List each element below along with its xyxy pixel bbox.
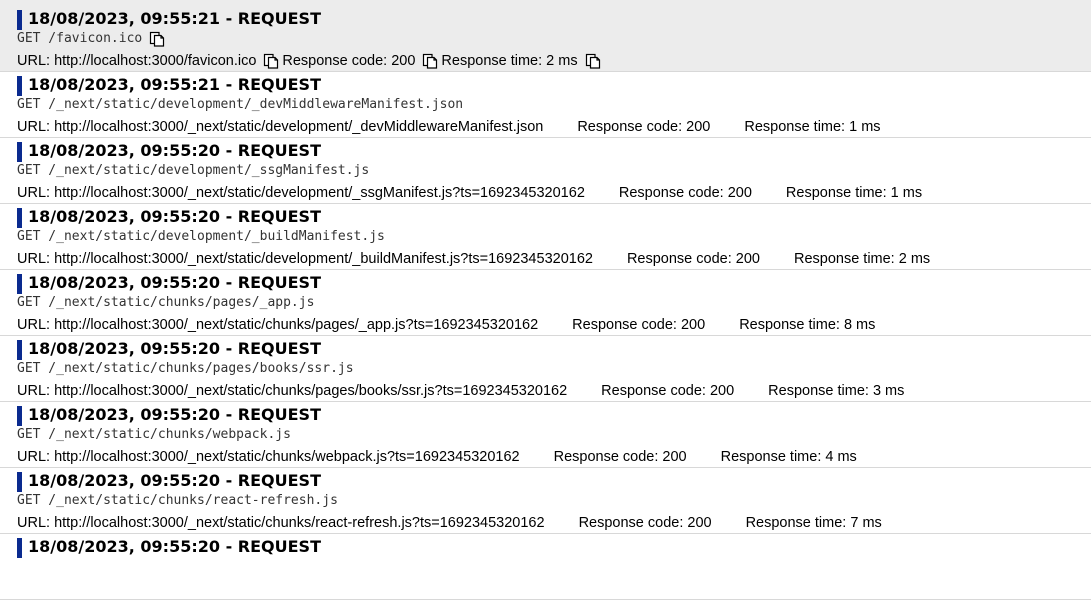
entry-response-code: Response code: 200	[553, 449, 687, 465]
entry-url: URL: http://localhost:3000/favicon.ico	[17, 53, 257, 69]
log-entry[interactable]: 18/08/2023, 09:55:20 - REQUEST GET /_next…	[0, 270, 1091, 336]
entry-response-code: Response code: 200	[618, 185, 752, 201]
entry-url: URL: http://localhost:3000/_next/static/…	[17, 515, 545, 531]
entry-marker	[17, 406, 22, 426]
entry-response-time: Response time: 7 ms	[745, 515, 882, 531]
entry-title: 18/08/2023, 09:55:20 - REQUEST	[28, 207, 321, 226]
entry-marker	[17, 76, 22, 96]
entry-url: URL: http://localhost:3000/_next/static/…	[17, 449, 520, 465]
entry-title: 18/08/2023, 09:55:21 - REQUEST	[28, 75, 321, 94]
log-entry[interactable]: 18/08/2023, 09:55:20 - REQUEST GET /_next…	[0, 468, 1091, 534]
entry-request-line: GET /_next/static/development/_devMiddle…	[17, 96, 463, 114]
entry-title: 18/08/2023, 09:55:20 - REQUEST	[28, 339, 321, 358]
entry-response-time: Response time: 1 ms	[785, 185, 923, 201]
entry-title: 18/08/2023, 09:55:21 - REQUEST	[28, 9, 321, 28]
entry-url: URL: http://localhost:3000/_next/static/…	[17, 251, 593, 267]
entry-details: URL: http://localhost:3000/_next/static/…	[17, 381, 904, 401]
request-text: GET /_next/static/chunks/pages/_app.js	[17, 295, 315, 310]
entry-request-line: GET /_next/static/chunks/pages/_app.js	[17, 294, 314, 312]
entry-url: URL: http://localhost:3000/_next/static/…	[17, 383, 568, 399]
entry-url: URL: http://localhost:3000/_next/static/…	[17, 185, 585, 201]
entry-title: 18/08/2023, 09:55:20 - REQUEST	[28, 141, 321, 160]
entry-url: URL: http://localhost:3000/_next/static/…	[17, 317, 539, 333]
log-entry[interactable]: 18/08/2023, 09:55:20 - REQUEST GET /_next…	[0, 204, 1091, 270]
entry-details: URL: http://localhost:3000/_next/static/…	[17, 183, 922, 203]
entry-title: 18/08/2023, 09:55:20 - REQUEST	[28, 405, 321, 424]
entry-marker	[17, 142, 22, 162]
entry-details: URL: http://localhost:3000/_next/static/…	[17, 447, 857, 467]
entry-response-code: Response code: 200	[578, 515, 712, 531]
entry-details: URL: http://localhost:3000/_next/static/…	[17, 249, 930, 269]
entry-response-code: Response code: 200	[577, 119, 711, 135]
log-entry[interactable]: 18/08/2023, 09:55:21 - REQUEST GET /favic…	[0, 6, 1091, 72]
entry-url: URL: http://localhost:3000/_next/static/…	[17, 119, 544, 135]
entry-response-time: Response time: 3 ms	[768, 383, 905, 399]
entry-response-code: Response code: 200	[572, 317, 706, 333]
entry-marker	[17, 472, 22, 492]
entry-response-time: Response time: 2 ms	[793, 251, 931, 267]
entry-request-line: GET /_next/static/development/_ssgManife…	[17, 162, 369, 180]
log-entry[interactable]: 18/08/2023, 09:55:20 - REQUEST GET /_next…	[0, 336, 1091, 402]
entry-response-code: Response code: 200	[601, 383, 735, 399]
entry-response-code: Response code: 200	[282, 53, 416, 69]
entry-title: 18/08/2023, 09:55:20 - REQUEST	[28, 471, 321, 490]
entry-marker	[17, 10, 22, 30]
entry-marker	[17, 340, 22, 360]
request-text: GET /_next/static/chunks/react-refresh.j…	[17, 493, 338, 508]
entry-request-line: GET /favicon.ico	[17, 30, 168, 48]
entry-request-line: GET /_next/static/chunks/react-refresh.j…	[17, 492, 338, 510]
entry-details: URL: http://localhost:3000/favicon.ico Re…	[17, 51, 604, 71]
entry-request-line: GET /_next/static/chunks/webpack.js	[17, 426, 291, 444]
entry-details: URL: http://localhost:3000/_next/static/…	[17, 117, 881, 137]
entry-response-time: Response time: 8 ms	[739, 317, 876, 333]
entry-title: 18/08/2023, 09:55:20 - REQUEST	[28, 273, 321, 292]
request-text: GET /_next/static/development/_buildMani…	[17, 229, 385, 244]
entry-response-time: Response time: 1 ms	[744, 119, 881, 135]
request-log-list: 18/08/2023, 09:55:21 - REQUEST GET /favic…	[0, 6, 1091, 600]
entry-title: 18/08/2023, 09:55:20 - REQUEST	[28, 537, 321, 556]
copy-request-icon[interactable]	[149, 31, 165, 47]
request-text: GET /_next/static/chunks/webpack.js	[17, 427, 291, 442]
entry-response-time: Response time: 2 ms	[441, 53, 578, 69]
request-text: GET /_next/static/chunks/pages/books/ssr…	[17, 361, 354, 376]
entry-marker	[17, 208, 22, 228]
copy-time-icon[interactable]	[585, 53, 601, 69]
entry-request-line: GET /_next/static/development/_buildMani…	[17, 228, 385, 246]
log-entry[interactable]: 18/08/2023, 09:55:20 - REQUEST GET /_next…	[0, 138, 1091, 204]
log-entry[interactable]: 18/08/2023, 09:55:21 - REQUEST GET /_next…	[0, 72, 1091, 138]
entry-request-line: GET /_next/static/chunks/pages/books/ssr…	[17, 360, 354, 378]
log-entry[interactable]: 18/08/2023, 09:55:20 - REQUEST GET /_next…	[0, 402, 1091, 468]
entry-details: URL: http://localhost:3000/_next/static/…	[17, 513, 882, 533]
copy-url-icon[interactable]	[263, 53, 279, 69]
entry-response-time: Response time: 4 ms	[720, 449, 857, 465]
entry-details: URL: http://localhost:3000/_next/static/…	[17, 315, 875, 335]
request-text: GET /_next/static/development/_devMiddle…	[17, 97, 464, 112]
copy-code-icon[interactable]	[422, 53, 438, 69]
request-text: GET /_next/static/development/_ssgManife…	[17, 163, 370, 178]
request-text: GET /favicon.ico	[17, 31, 143, 46]
entry-marker	[17, 274, 22, 294]
entry-response-code: Response code: 200	[626, 251, 760, 267]
entry-marker	[17, 538, 22, 558]
